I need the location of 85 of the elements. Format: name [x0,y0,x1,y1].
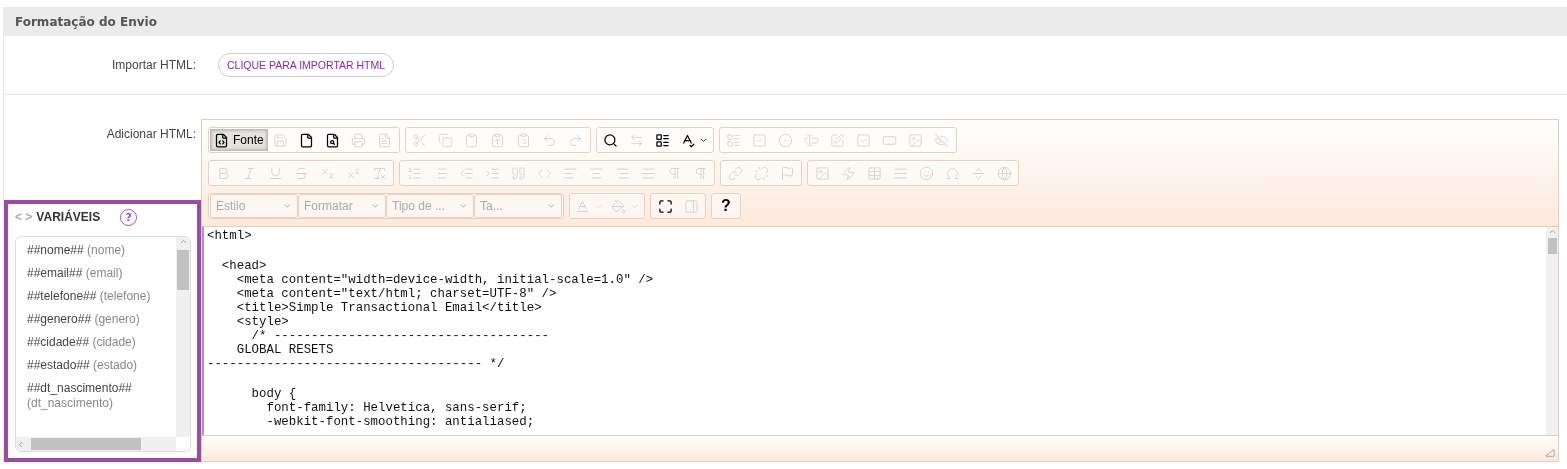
justify-icon [640,165,656,181]
text-color-icon [575,198,590,214]
caret-icon [458,201,468,211]
vertical-scrollbar[interactable] [176,237,190,437]
source-button[interactable]: Fonte [210,129,268,151]
variable-item[interactable]: ##cidade## (cidade) [27,335,176,350]
code-line: GLOBAL RESETS [235,343,335,357]
caret-icon [370,201,380,211]
superscript-icon [345,165,361,181]
code-line: <html> [207,229,253,243]
unlink-icon [753,165,769,181]
link-icon [727,165,743,181]
code-line: font-family: Helvetica, sans-serif; [265,401,528,415]
select-icon [856,132,872,148]
align-right-icon [614,165,630,181]
maximize-icon [657,198,673,214]
page-magnifier-icon [325,132,341,148]
horizontal-scrollbar[interactable] [16,437,176,451]
pilcrow-icon [666,165,682,181]
swap-arrows-icon [629,132,645,148]
code-line: /* ------------------------------------- [250,329,551,343]
help-button[interactable]: ? [713,195,739,217]
scissors-icon [412,132,428,148]
flag-icon [779,165,795,181]
align-left-icon [562,165,578,181]
omega-icon [944,165,960,181]
clipboard-text-icon [490,132,506,148]
table-icon [866,165,882,181]
scrollbar-thumb[interactable] [177,250,189,290]
variable-item[interactable]: ##genero## (genero) [27,312,176,327]
variable-item[interactable]: ##estado## (estado) [27,358,176,373]
copy-icon [438,132,454,148]
code-line: <meta content="width=device-width, initial-scale=1.0" /> [235,273,655,287]
radio-icon [778,132,794,148]
bulleted-list-icon [432,165,448,181]
outdent-icon [458,165,474,181]
smiley-icon [918,165,934,181]
globe-icon [996,165,1012,181]
add-html-label: Adicionar HTML: [105,127,196,141]
caret-icon [282,201,292,211]
italic-icon [241,165,257,181]
indent-icon [484,165,500,181]
strikethrough-icon [293,165,309,181]
code-line: <title>Simple Transactional Email</title> [235,301,543,315]
flash-icon [840,165,856,181]
section-title: Formatação do Envio [15,14,157,29]
redo-icon [568,132,584,148]
variable-item[interactable]: ##nome## (nome) [27,243,176,258]
import-label: Importar HTML: [111,58,196,72]
variable-item[interactable]: ##dt_nascimento## (dt_nascimento) [27,381,176,411]
variable-item[interactable]: ##email## (email) [27,266,176,281]
code-line: <style> [235,315,290,329]
variable-item[interactable]: ##telefone## (telefone) [27,289,176,304]
code-line: ------------------------------------- */ [207,357,506,371]
code-line: -webkit-font-smoothing: antialiased; [265,415,536,429]
undo-icon [542,132,558,148]
resize-handle-icon[interactable] [1545,448,1555,458]
numbered-list-icon [406,165,422,181]
document-icon [377,132,393,148]
blank-page-icon [299,132,315,148]
code-line: body { [250,387,298,401]
background-color-icon [611,198,626,214]
import-html-button[interactable]: CLIQUE PARA IMPORTAR HTML [218,53,395,77]
search-icon [603,132,619,148]
underline-icon [267,165,283,181]
horizontal-lines-icon [892,165,908,181]
page-break-icon [970,165,986,181]
code-line: <head> [220,259,268,273]
clipboard-list-icon [516,132,532,148]
checkbox-icon [752,132,768,148]
scrollbar-thumb[interactable] [1547,238,1557,254]
code-line: <meta content="text/html; charset=UTF-8" /> [235,287,558,301]
clear-format-icon [371,165,387,181]
vertical-scrollbar[interactable] [1546,227,1558,435]
pilcrow-icon [692,165,708,181]
quote-icon [510,165,526,181]
printer-icon [351,132,367,148]
clipboard-icon [464,132,480,148]
text-field-icon [804,132,820,148]
align-center-icon [588,165,604,181]
caret-icon [546,201,556,211]
image-icon [814,165,830,181]
variables-title: VARIÁVEIS [36,210,101,224]
scrollbar-thumb[interactable] [31,438,141,450]
code-file-icon [214,132,229,148]
